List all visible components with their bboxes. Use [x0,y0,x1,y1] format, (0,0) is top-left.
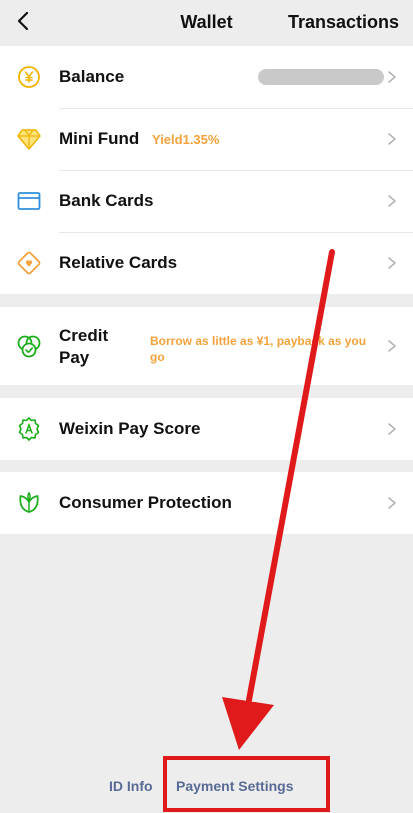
balance-row[interactable]: Balance [0,46,413,108]
credit-pay-row[interactable]: Credit Pay Borrow as little as ¥1, payba… [0,307,413,385]
balance-amount-redacted [258,69,384,85]
heart-card-icon [16,250,42,276]
chevron-right-icon [385,70,399,84]
header: Wallet Transactions [0,0,413,46]
transactions-link[interactable]: Transactions [288,12,399,33]
gear-badge-icon [16,416,42,442]
chevron-right-icon [385,132,399,146]
consumer-protection-row[interactable]: Consumer Protection [0,472,413,534]
mini-fund-label: Mini Fund [59,129,140,148]
pay-score-row[interactable]: Weixin Pay Score [0,398,413,460]
annotation-highlight-box [163,756,330,812]
chevron-right-icon [385,194,399,208]
consumer-protection-group: Consumer Protection [0,472,413,534]
pay-score-group: Weixin Pay Score [0,398,413,460]
wallet-page: Wallet Transactions Balance Mini Fund Yi… [0,0,413,813]
diamond-icon [16,126,42,152]
wallet-group-main: Balance Mini Fund Yield1.35% Bank Cards … [0,46,413,294]
chevron-right-icon [385,256,399,270]
consumer-protection-label: Consumer Protection [59,493,232,512]
pay-score-label: Weixin Pay Score [59,419,201,438]
mini-fund-row[interactable]: Mini Fund Yield1.35% [0,108,413,170]
credit-pay-label: Credit Pay [59,326,109,367]
annotation-arrow-head [222,697,274,750]
mini-fund-yield: Yield1.35% [152,131,220,147]
relative-cards-row[interactable]: Relative Cards [0,232,413,294]
credit-pay-icon [16,333,42,359]
yuan-coin-icon [16,64,42,90]
bank-cards-label: Bank Cards [59,191,154,210]
id-info-link[interactable]: ID Info [109,778,153,794]
credit-pay-group: Credit Pay Borrow as little as ¥1, payba… [0,307,413,385]
relative-cards-label: Relative Cards [59,253,178,272]
chevron-right-icon [385,339,399,353]
chevron-right-icon [385,496,399,510]
chevron-right-icon [385,422,399,436]
card-icon [16,188,42,214]
credit-pay-note: Borrow as little as ¥1, payback as you g… [150,334,367,364]
bank-cards-row[interactable]: Bank Cards [0,170,413,232]
leaf-shield-icon [16,490,42,516]
balance-label: Balance [59,67,125,86]
